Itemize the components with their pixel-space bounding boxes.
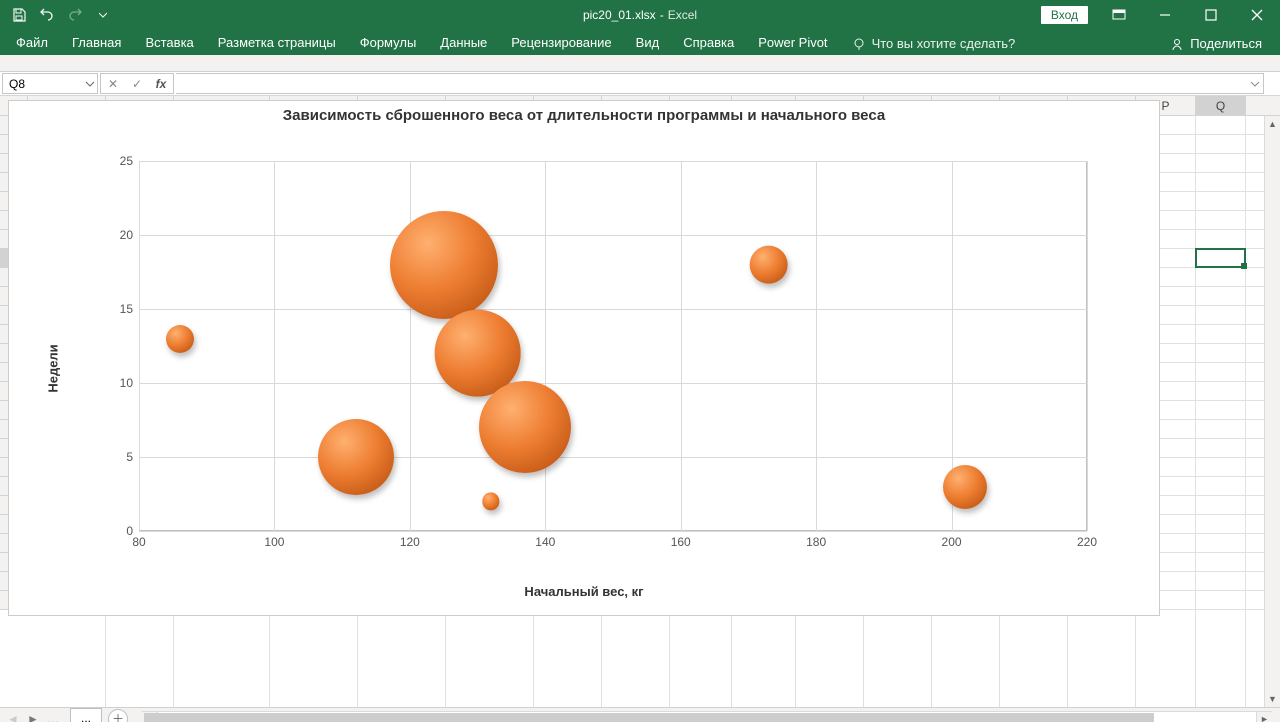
- x-tick: 100: [264, 535, 284, 549]
- sheet-next-icon[interactable]: ►: [26, 712, 40, 722]
- plot-area: 051015202580100120140160180200220: [139, 161, 1087, 531]
- minimize-icon[interactable]: [1142, 0, 1188, 29]
- window-title: pic20_01.xlsx - Excel: [583, 8, 697, 22]
- x-tick: 220: [1077, 535, 1097, 549]
- x-tick: 140: [535, 535, 555, 549]
- x-tick: 160: [671, 535, 691, 549]
- share-button[interactable]: Поделиться: [1156, 32, 1276, 55]
- scroll-up-icon[interactable]: ▲: [1265, 116, 1280, 132]
- app-name: Excel: [668, 8, 697, 22]
- tab-help[interactable]: Справка: [671, 31, 746, 55]
- y-tick: 5: [126, 450, 133, 464]
- tab-layout[interactable]: Разметка страницы: [206, 31, 348, 55]
- cancel-formula-icon[interactable]: ✕: [101, 77, 125, 91]
- y-tick: 15: [120, 302, 133, 316]
- redo-icon[interactable]: [62, 3, 88, 27]
- scroll-down-icon[interactable]: ▼: [1265, 691, 1280, 707]
- x-axis-label: Начальный вес, кг: [524, 584, 643, 599]
- bubble-point[interactable]: [943, 465, 987, 509]
- tab-data[interactable]: Данные: [428, 31, 499, 55]
- y-tick: 10: [120, 376, 133, 390]
- fx-icon[interactable]: fx: [149, 77, 173, 91]
- signin-button[interactable]: Вход: [1041, 6, 1088, 24]
- tab-insert[interactable]: Вставка: [133, 31, 205, 55]
- bubble-point[interactable]: [479, 381, 571, 473]
- horizontal-scrollbar[interactable]: ◄ ►: [142, 711, 1272, 722]
- active-cell[interactable]: [1195, 248, 1246, 268]
- title-bar: pic20_01.xlsx - Excel Вход: [0, 0, 1280, 29]
- share-icon: [1170, 37, 1184, 51]
- tell-me[interactable]: Что вы хотите сделать?: [840, 32, 1028, 55]
- maximize-icon[interactable]: [1188, 0, 1234, 29]
- x-tick: 180: [806, 535, 826, 549]
- bubble-point[interactable]: [318, 419, 394, 495]
- ribbon-tabs: Файл Главная Вставка Разметка страницы Ф…: [0, 29, 1280, 55]
- chart-object[interactable]: Зависимость сброшенного веса от длительн…: [8, 100, 1160, 616]
- qat-customize-icon[interactable]: [90, 3, 116, 27]
- y-tick: 25: [120, 154, 133, 168]
- sheet-first-icon[interactable]: ◄: [6, 712, 20, 722]
- name-box[interactable]: Q8: [2, 73, 98, 94]
- ribbon-collapsed-area: [0, 55, 1280, 72]
- formula-buttons: ✕ ✓ fx: [100, 73, 174, 94]
- ribbon-options-icon[interactable]: [1096, 0, 1142, 29]
- tab-file[interactable]: Файл: [4, 31, 60, 55]
- sheet-nav: ◄ ► …: [0, 712, 66, 722]
- vertical-scrollbar[interactable]: ▲ ▼: [1264, 116, 1280, 707]
- tab-formulas[interactable]: Формулы: [348, 31, 429, 55]
- sheet-tab[interactable]: ...: [70, 708, 102, 722]
- tab-powerpivot[interactable]: Power Pivot: [746, 31, 839, 55]
- filename: pic20_01.xlsx: [583, 8, 656, 22]
- formula-input[interactable]: [176, 73, 1264, 94]
- col-header-Q[interactable]: Q: [1196, 96, 1246, 115]
- lightbulb-icon: [852, 37, 866, 51]
- undo-icon[interactable]: [34, 3, 60, 27]
- quick-access-toolbar: [0, 3, 116, 27]
- add-sheet-button[interactable]: ＋: [108, 709, 128, 722]
- y-axis-label: Недели: [46, 344, 61, 392]
- formula-bar: Q8 ✕ ✓ fx: [0, 72, 1280, 96]
- worksheet-grid[interactable]: ABCDEFGHIJKLMNOPQ 1234567891011121314151…: [0, 96, 1280, 707]
- scroll-thumb[interactable]: [144, 713, 1154, 722]
- tab-view[interactable]: Вид: [624, 31, 672, 55]
- x-tick: 120: [400, 535, 420, 549]
- bubble-point[interactable]: [390, 211, 498, 319]
- tab-home[interactable]: Главная: [60, 31, 133, 55]
- tab-review[interactable]: Рецензирование: [499, 31, 623, 55]
- enter-formula-icon[interactable]: ✓: [125, 77, 149, 91]
- y-tick: 20: [120, 228, 133, 242]
- sheet-menu-icon[interactable]: …: [46, 712, 60, 722]
- close-icon[interactable]: [1234, 0, 1280, 29]
- bubble-point[interactable]: [166, 325, 194, 353]
- x-tick: 200: [942, 535, 962, 549]
- save-icon[interactable]: [6, 3, 32, 27]
- bubble-point[interactable]: [749, 245, 788, 284]
- chevron-down-icon[interactable]: [85, 77, 95, 91]
- chart-title: Зависимость сброшенного веса от длительн…: [9, 101, 1159, 126]
- sheet-tab-bar: ◄ ► … ... ＋ ◄ ►: [0, 707, 1280, 722]
- expand-formula-icon[interactable]: [1249, 78, 1261, 90]
- x-tick: 80: [132, 535, 145, 549]
- scroll-right-icon[interactable]: ►: [1256, 712, 1272, 722]
